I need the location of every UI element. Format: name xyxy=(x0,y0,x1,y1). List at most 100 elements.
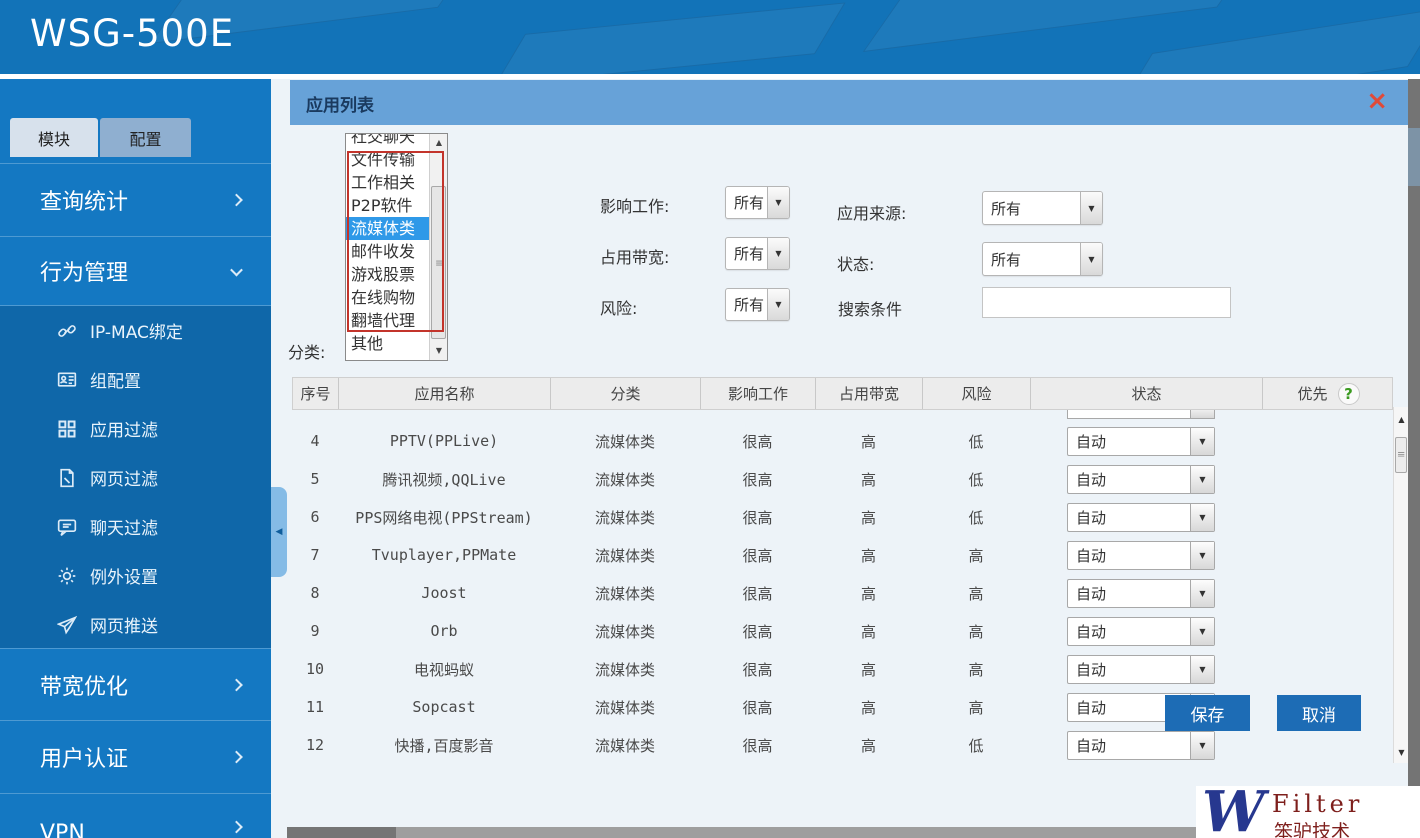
bandwidth-filter-select[interactable]: 所有 ▼ xyxy=(725,237,790,270)
sidebar-subitem-4[interactable]: 聊天过滤 xyxy=(0,502,271,551)
scroll-up-icon[interactable]: ▲ xyxy=(430,136,448,150)
dropdown-arrow-icon[interactable]: ▼ xyxy=(1190,580,1214,607)
app-category: 流媒体类 xyxy=(550,545,700,566)
dropdown-arrow-icon[interactable]: ▼ xyxy=(1190,618,1214,645)
scrollbar-thumb[interactable] xyxy=(1408,128,1420,186)
scrollbar-thumb[interactable] xyxy=(287,827,396,838)
category-option[interactable]: 翻墙代理 xyxy=(346,309,430,332)
risk-level: 高 xyxy=(922,583,1030,604)
listbox-scrollbar[interactable]: ▲ ≡ ▼ xyxy=(429,134,447,360)
dropdown-arrow-icon[interactable]: ▼ xyxy=(1190,732,1214,759)
sidebar-subitem-5[interactable]: 例外设置 xyxy=(0,551,271,600)
select-value: 自动 xyxy=(1068,580,1190,607)
status-select[interactable]: 自动▼ xyxy=(1067,655,1215,684)
dropdown-arrow-icon[interactable]: ▼ xyxy=(767,187,789,218)
chevron-down-icon xyxy=(230,264,243,277)
bandwidth-level: 高 xyxy=(815,469,922,490)
source-filter-select[interactable]: 所有 ▼ xyxy=(982,191,1103,225)
gear-icon xyxy=(57,566,90,586)
scrollbar-thumb[interactable]: ≡ xyxy=(431,186,446,339)
dropdown-arrow-icon[interactable]: ▼ xyxy=(1080,243,1102,275)
tab-config[interactable]: 配置 xyxy=(100,118,191,157)
category-option[interactable]: 社交聊天 xyxy=(346,133,430,148)
dropdown-arrow-icon[interactable]: ▼ xyxy=(1190,542,1214,569)
subitem-label: IP-MAC绑定 xyxy=(90,318,183,343)
category-items: 社交聊天文件传输工作相关P2P软件流媒体类邮件收发游戏股票在线购物翻墙代理其他 xyxy=(346,133,430,355)
impact-level: 很高 xyxy=(700,621,815,642)
tab-modules[interactable]: 模块 xyxy=(10,118,98,157)
risk-filter-select[interactable]: 所有 ▼ xyxy=(725,288,790,321)
category-option[interactable]: 流媒体类 xyxy=(346,217,430,240)
sidebar-item-vpn[interactable]: VPN xyxy=(0,793,271,838)
scroll-up-icon[interactable]: ▲ xyxy=(1394,415,1409,424)
category-option[interactable]: P2P软件 xyxy=(346,194,430,217)
sidebar-item-user-auth[interactable]: 用户认证 xyxy=(0,720,271,793)
search-input[interactable] xyxy=(982,287,1231,318)
scroll-down-icon[interactable]: ▼ xyxy=(1394,748,1409,757)
status-select[interactable]: 自动▼ xyxy=(1067,427,1215,456)
clipped-status-select[interactable] xyxy=(1067,410,1215,419)
dropdown-arrow-icon[interactable]: ▼ xyxy=(767,289,789,320)
column-header: 优先? xyxy=(1263,378,1394,409)
app-name: Sopcast xyxy=(338,698,550,716)
table-row: 10电视蚂蚁流媒体类很高高高自动▼ xyxy=(292,650,1393,688)
select-value: 自动 xyxy=(1068,428,1190,455)
select-value: 自动 xyxy=(1068,542,1190,569)
window-right-scrollbar[interactable] xyxy=(1408,79,1420,838)
close-icon[interactable]: × xyxy=(1366,86,1388,116)
sidebar-subitem-3[interactable]: 网页过滤 xyxy=(0,453,271,502)
risk-level: 高 xyxy=(922,697,1030,718)
sidebar-item-label: VPN xyxy=(40,821,85,838)
scroll-down-icon[interactable]: ▼ xyxy=(430,344,448,358)
category-option[interactable]: 在线购物 xyxy=(346,286,430,309)
scrollbar-thumb[interactable]: ≡ xyxy=(1395,437,1407,473)
risk-level: 低 xyxy=(922,431,1030,452)
risk-level: 高 xyxy=(922,659,1030,680)
impact-level: 很高 xyxy=(700,659,815,680)
category-listbox[interactable]: 社交聊天文件传输工作相关P2P软件流媒体类邮件收发游戏股票在线购物翻墙代理其他 … xyxy=(345,133,448,361)
sidebar-subitem-2[interactable]: 应用过滤 xyxy=(0,404,271,453)
dropdown-arrow-icon[interactable]: ▼ xyxy=(767,238,789,269)
table-row: 8Joost流媒体类很高高高自动▼ xyxy=(292,574,1393,612)
status-select[interactable]: 自动▼ xyxy=(1067,617,1215,646)
sidebar-collapse-handle[interactable]: ◀ xyxy=(271,487,287,577)
help-icon[interactable]: ? xyxy=(1338,383,1360,405)
dropdown-arrow-icon[interactable]: ▼ xyxy=(1190,428,1214,455)
dropdown-arrow-icon[interactable]: ▼ xyxy=(1190,466,1214,493)
status-select[interactable]: 自动▼ xyxy=(1067,465,1215,494)
status-filter-select[interactable]: 所有 ▼ xyxy=(982,242,1103,276)
category-option[interactable]: 工作相关 xyxy=(346,171,430,194)
sidebar-subitem-1[interactable]: 组配置 xyxy=(0,355,271,404)
sidebar-subitem-0[interactable]: IP-MAC绑定 xyxy=(0,306,271,355)
table-vertical-scrollbar[interactable]: ▲ ≡ ▼ xyxy=(1393,407,1408,763)
category-option[interactable]: 文件传输 xyxy=(346,148,430,171)
sidebar-item-query-stats[interactable]: 查询统计 xyxy=(0,163,271,236)
impact-filter-select[interactable]: 所有 ▼ xyxy=(725,186,790,219)
app-name: Tvuplayer,PPMate xyxy=(338,546,550,564)
status-select[interactable]: 自动▼ xyxy=(1067,503,1215,532)
sidebar-item-behavior-mgmt[interactable]: 行为管理 xyxy=(0,236,271,305)
sidebar-subitem-6[interactable]: 网页推送 xyxy=(0,600,271,649)
save-button[interactable]: 保存 xyxy=(1165,695,1250,731)
dropdown-arrow-icon[interactable]: ▼ xyxy=(1190,656,1214,683)
impact-level: 很高 xyxy=(700,735,815,756)
impact-level: 很高 xyxy=(700,697,815,718)
impact-level: 很高 xyxy=(700,583,815,604)
status-select[interactable]: 自动▼ xyxy=(1067,731,1215,760)
category-option[interactable]: 邮件收发 xyxy=(346,240,430,263)
status-cell: 自动▼ xyxy=(1030,465,1262,494)
dropdown-arrow-icon[interactable]: ▼ xyxy=(1080,192,1102,224)
category-option[interactable]: 游戏股票 xyxy=(346,263,430,286)
sidebar-item-bandwidth-opt[interactable]: 带宽优化 xyxy=(0,648,271,720)
dropdown-arrow-icon[interactable]: ▼ xyxy=(1190,504,1214,531)
cancel-button[interactable]: 取消 xyxy=(1277,695,1361,731)
category-option[interactable]: 其他 xyxy=(346,332,430,355)
column-header: 分类 xyxy=(551,378,701,409)
column-header: 风险 xyxy=(923,378,1031,409)
status-select[interactable]: 自动▼ xyxy=(1067,541,1215,570)
bandwidth-filter-label: 占用带宽: xyxy=(600,244,669,268)
row-number: 12 xyxy=(292,736,338,754)
dialog-title: 应用列表 xyxy=(306,91,374,116)
impact-level: 很高 xyxy=(700,507,815,528)
status-select[interactable]: 自动▼ xyxy=(1067,579,1215,608)
